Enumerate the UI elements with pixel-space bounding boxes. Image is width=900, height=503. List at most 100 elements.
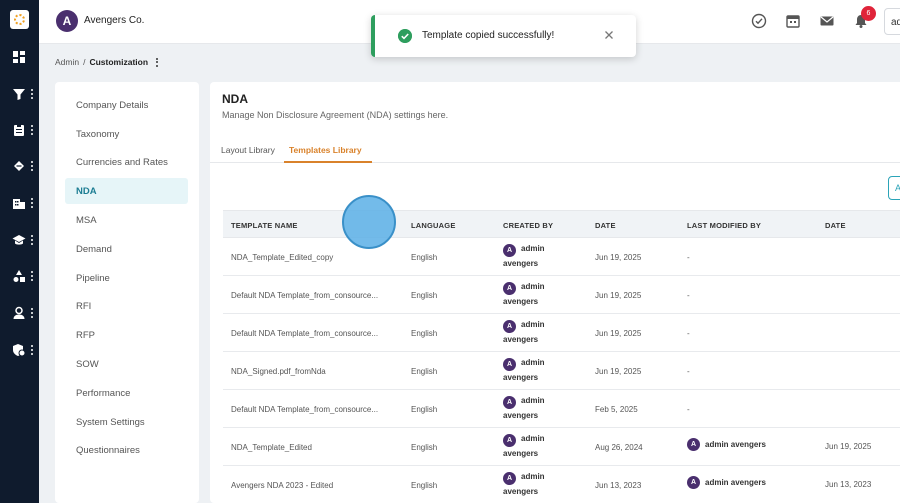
menu-item-questionnaires[interactable]: Questionnaires (65, 437, 188, 463)
rail-security[interactable] (0, 341, 39, 361)
building-icon (13, 199, 25, 209)
avatar: A (503, 396, 516, 409)
add-template-button[interactable]: A (888, 176, 900, 200)
avatar: A (503, 358, 516, 371)
column-header-language[interactable]: LANGUAGE (411, 221, 456, 230)
table-row[interactable]: NDA_Signed.pdf_fromNda English Aadmin ave… (223, 352, 900, 390)
rail-shapes[interactable] (0, 267, 39, 287)
created-date: Jun 19, 2025 (595, 253, 642, 262)
column-header-date[interactable]: DATE (595, 221, 616, 230)
menu-item-sow[interactable]: SOW (65, 351, 188, 377)
modified-date: Jun 19, 2025 (825, 442, 872, 451)
menu-item-pipeline[interactable]: Pipeline (65, 265, 188, 291)
menu-item-taxonomy[interactable]: Taxonomy (65, 121, 188, 147)
more-icon[interactable] (156, 57, 159, 69)
column-header-modified-date[interactable]: DATE (825, 221, 846, 230)
cursor-indicator (342, 195, 396, 249)
tab-bar: Layout Library Templates Library (210, 140, 900, 163)
more-icon[interactable] (31, 308, 34, 320)
template-language: English (411, 291, 438, 300)
check-circle-icon[interactable] (751, 13, 767, 29)
rail-filter[interactable] (0, 85, 39, 105)
brand-logo[interactable]: A (56, 10, 78, 32)
success-toast: Template copied successfully! (371, 15, 636, 57)
graduation-cap-icon (12, 235, 26, 245)
table-row[interactable]: Default NDA Template_from_consource... E… (223, 390, 900, 428)
more-icon[interactable] (31, 161, 34, 173)
template-name[interactable]: NDA_Template_Edited_copy (231, 253, 403, 262)
creator-first-name: admin (521, 320, 545, 329)
column-header-template-name[interactable]: TEMPLATE NAME (231, 221, 298, 230)
avatar: A (503, 320, 516, 333)
template-language: English (411, 443, 438, 452)
brand-name: Avengers Co. (84, 15, 145, 26)
creator-first-name: admin (521, 434, 545, 443)
column-header-created-by[interactable]: CREATED BY (503, 221, 553, 230)
menu-item-demand[interactable]: Demand (65, 236, 188, 262)
avatar: A (687, 476, 700, 489)
created-date: Jun 19, 2025 (595, 329, 642, 338)
menu-item-rfi[interactable]: RFI (65, 293, 188, 319)
close-icon[interactable] (603, 29, 615, 41)
tab-templates-library[interactable]: Templates Library (289, 145, 362, 155)
creator-last-name: avengers (503, 411, 539, 420)
menu-item-nda[interactable]: NDA (65, 178, 188, 204)
menu-item-system-settings[interactable]: System Settings (65, 409, 188, 435)
menu-item-currencies[interactable]: Currencies and Rates (65, 149, 188, 175)
main-panel: NDA Manage Non Disclosure Agreement (NDA… (210, 82, 900, 503)
page-description: Manage Non Disclosure Agreement (NDA) se… (222, 110, 449, 120)
rail-users[interactable] (0, 304, 39, 324)
rail-handshake[interactable] (0, 157, 39, 177)
table-row[interactable]: Avengers NDA 2023 - Edited English Aadmi… (223, 466, 900, 503)
table-row[interactable]: Default NDA Template_from_consource... E… (223, 276, 900, 314)
template-name[interactable]: Avengers NDA 2023 - Edited (231, 481, 403, 490)
menu-item-company-details[interactable]: Company Details (65, 92, 188, 118)
creator-last-name: avengers (503, 297, 539, 306)
table-row[interactable]: Default NDA Template_from_consource... E… (223, 314, 900, 352)
creator-first-name: admin (521, 244, 545, 253)
more-icon[interactable] (31, 345, 34, 357)
calendar-icon[interactable] (785, 13, 801, 29)
settings-menu: Company Details Taxonomy Currencies and … (55, 82, 199, 503)
more-icon[interactable] (31, 125, 34, 137)
menu-item-msa[interactable]: MSA (65, 207, 188, 233)
template-name[interactable]: Default NDA Template_from_consource... (231, 405, 403, 414)
check-circle-icon (398, 29, 412, 43)
modifier-name: admin avengers (705, 478, 766, 487)
icon-rail (0, 0, 39, 503)
rail-training[interactable] (0, 231, 39, 251)
more-icon[interactable] (31, 235, 34, 247)
modifier-name: admin avengers (705, 440, 766, 449)
shield-gear-icon (13, 344, 26, 357)
template-name[interactable]: Default NDA Template_from_consource... (231, 291, 403, 300)
mail-icon[interactable] (819, 13, 835, 29)
more-icon[interactable] (31, 198, 34, 210)
modified-by: - (687, 367, 690, 376)
modified-by: - (687, 291, 690, 300)
table-row[interactable]: NDA_Template_Edited_copy English Aadmin a… (223, 238, 900, 276)
menu-item-rfp[interactable]: RFP (65, 322, 188, 348)
table-row[interactable]: NDA_Template_Edited English Aadmin avenge… (223, 428, 900, 466)
handshake-icon (14, 161, 24, 171)
template-name[interactable]: NDA_Template_Edited (231, 443, 403, 452)
tab-layout-library[interactable]: Layout Library (221, 145, 275, 155)
app-logo[interactable] (10, 10, 29, 29)
template-name[interactable]: Default NDA Template_from_consource... (231, 329, 403, 338)
avatar: A (503, 472, 516, 485)
creator-first-name: admin (521, 358, 545, 367)
rail-clipboard[interactable] (0, 121, 39, 141)
user-icon (13, 306, 25, 319)
menu-item-performance[interactable]: Performance (65, 380, 188, 406)
creator-first-name: admin (521, 282, 545, 291)
rail-building[interactable] (0, 194, 39, 214)
dashboard-icon (13, 51, 25, 63)
modified-by: - (687, 329, 690, 338)
user-menu[interactable]: ad (884, 8, 900, 35)
template-name[interactable]: NDA_Signed.pdf_fromNda (231, 367, 403, 376)
breadcrumb-root[interactable]: Admin (55, 57, 79, 67)
rail-dashboard[interactable] (0, 48, 39, 68)
more-icon[interactable] (31, 271, 34, 283)
more-icon[interactable] (31, 89, 34, 101)
column-header-last-modified-by[interactable]: LAST MODIFIED BY (687, 221, 761, 230)
creator-first-name: admin (521, 472, 545, 481)
